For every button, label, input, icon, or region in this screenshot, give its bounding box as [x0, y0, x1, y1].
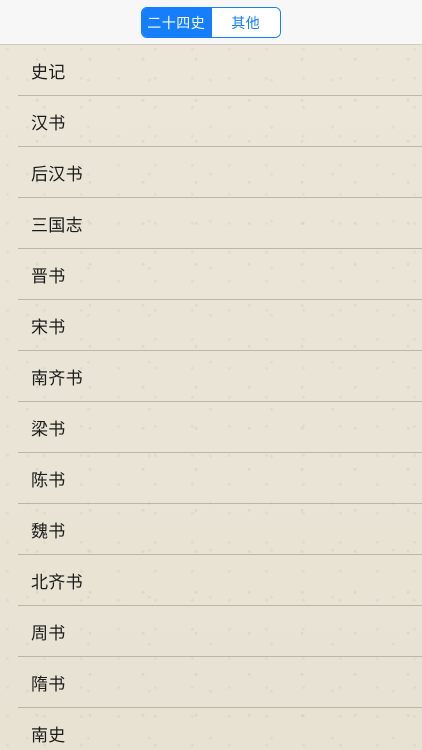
list-item-suishu[interactable]: 隋书 [0, 657, 422, 708]
list-item-sanguozhi[interactable]: 三国志 [0, 198, 422, 249]
list-item-shiji[interactable]: 史记 [0, 45, 422, 96]
list-item-songshu[interactable]: 宋书 [0, 300, 422, 351]
list-item-liangshu[interactable]: 梁书 [0, 402, 422, 453]
segment-twenty-four-histories[interactable]: 二十四史 [142, 8, 211, 37]
list-item-houhanshu[interactable]: 后汉书 [0, 147, 422, 198]
top-bar: 二十四史 其他 [0, 0, 422, 45]
list-item-nanqishu[interactable]: 南齐书 [0, 351, 422, 402]
book-list-area[interactable]: 史记 汉书 后汉书 三国志 晋书 宋书 南齐书 梁书 陈书 魏书 北齐书 周书 … [0, 45, 422, 750]
list-item-hanshu[interactable]: 汉书 [0, 96, 422, 147]
list-item-nanshi[interactable]: 南史 [0, 708, 422, 750]
list-item-zhoushu[interactable]: 周书 [0, 606, 422, 657]
list-item-beiqishu[interactable]: 北齐书 [0, 555, 422, 606]
book-list: 史记 汉书 后汉书 三国志 晋书 宋书 南齐书 梁书 陈书 魏书 北齐书 周书 … [0, 45, 422, 750]
segment-other[interactable]: 其他 [210, 8, 280, 37]
history-segmented-control: 二十四史 其他 [141, 7, 281, 38]
app-window: 二十四史 其他 史记 汉书 后汉书 三国志 晋书 宋书 南齐书 梁书 陈书 魏书… [0, 0, 422, 750]
list-item-chenshu[interactable]: 陈书 [0, 453, 422, 504]
list-item-weishu[interactable]: 魏书 [0, 504, 422, 555]
list-item-jinshu[interactable]: 晋书 [0, 249, 422, 300]
